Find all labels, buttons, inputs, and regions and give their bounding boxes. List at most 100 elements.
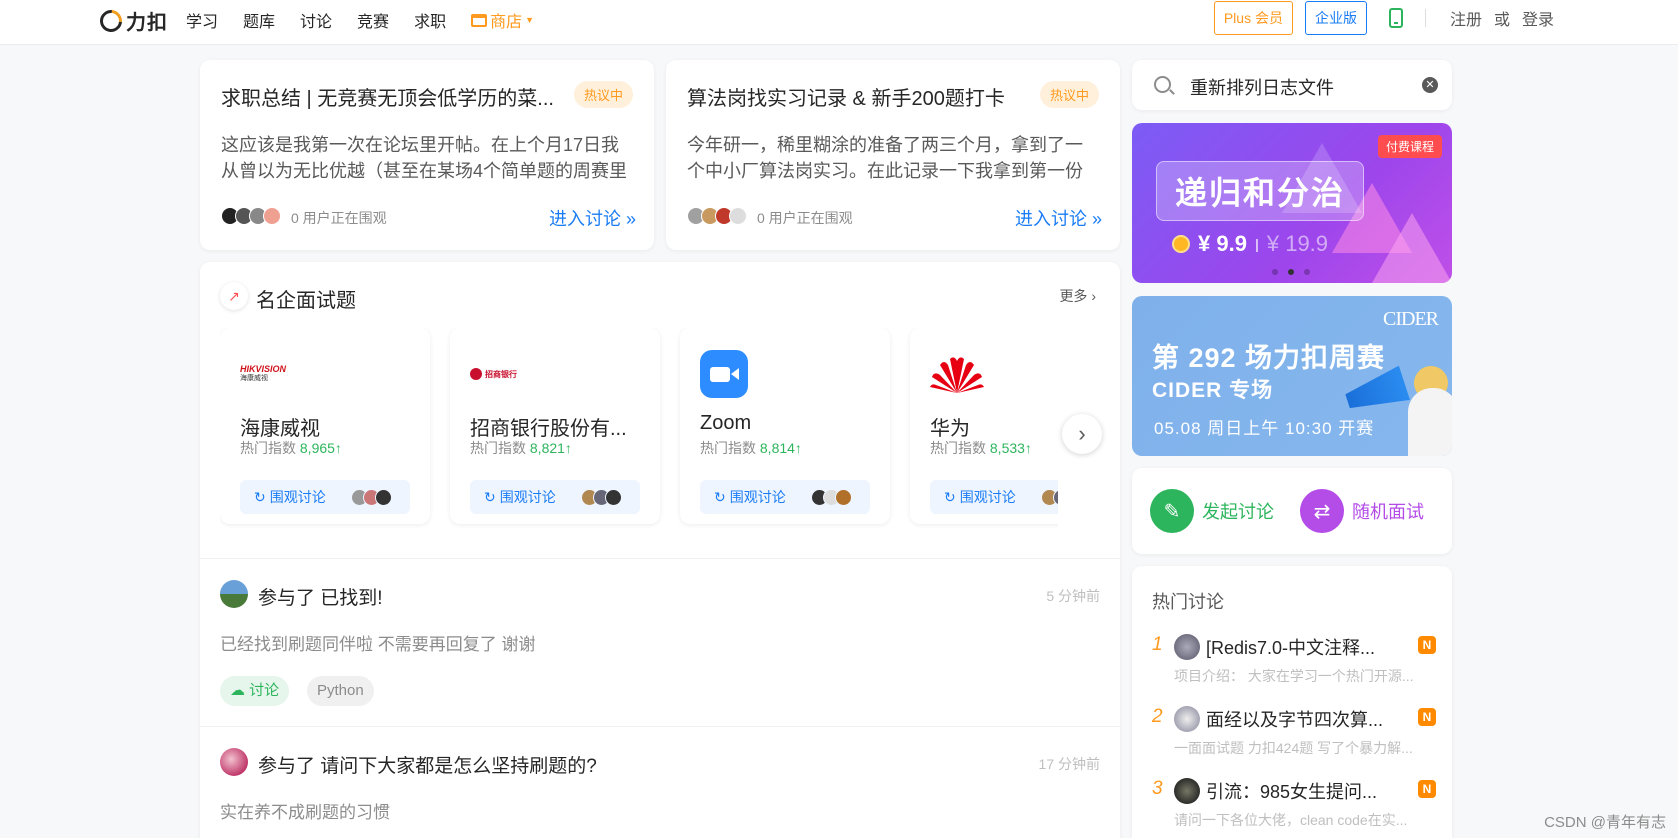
trending-icon: ↗ [220,282,248,310]
watch-discussion-button[interactable]: ↻ 围观讨论 [240,480,410,514]
nav-discuss[interactable]: 讨论 [300,8,332,32]
watch-label: 围观讨论 [959,489,1016,505]
course-banner[interactable]: 付费课程 递归和分治 ¥ 9.9 | ¥ 19.9 [1132,123,1452,283]
rank-number: 3 [1152,778,1163,799]
chevron-down-icon: ▼ [525,15,535,25]
quick-actions: ✎ 发起讨论 ⇄ 随机面试 [1132,468,1452,554]
watch-label: 围观讨论 [499,489,556,505]
logo-icon [95,5,127,36]
company-name: 招商银行股份有... [470,418,627,440]
cmb-logo-icon: 招商银行 [470,350,526,398]
person-illustration [1408,388,1452,456]
carousel-dot[interactable] [1272,269,1278,275]
search-input[interactable]: 重新排列日志文件 [1190,74,1334,100]
hot-discussion-item[interactable]: 3 引流：985女生提问... N 请问一下各位大佬，clean code在实.… [1152,776,1436,838]
price-current: ¥ 9.9 [1198,231,1247,256]
contest-banner[interactable]: CIDER 第 292 场力扣周赛 CIDER 专场 05.08 周日上午 10… [1132,296,1452,456]
carousel-dot-active[interactable] [1288,269,1294,275]
hikvision-logo-icon: HIKVISION 海康威视 [240,350,296,398]
activity-title[interactable]: 参与了 请问下大家都是怎么坚持刷题的? [258,751,597,778]
avatar[interactable] [220,748,248,776]
cider-brand: CIDER [1383,308,1439,330]
watch-discussion-button[interactable]: ↻ 围观讨论 [930,480,1058,514]
activity-text: 已经找到刷题同伴啦 不需要再回复了 谢谢 [220,635,536,654]
index-value: 8,965↑ [299,440,342,456]
carousel-dot[interactable] [1304,269,1310,275]
clear-icon[interactable]: ✕ [1422,77,1438,93]
company-card[interactable]: 招商银行 招商银行股份有... 热门指数 8,821↑ ↻ 围观讨论 [450,328,660,524]
nav-learn[interactable]: 学习 [186,8,218,32]
start-discussion-button[interactable]: ✎ 发起讨论 [1150,489,1274,533]
new-badge: N [1418,636,1436,654]
hot-discussion-item[interactable]: 1 [Redis7.0-中文注释... N 项目介绍： 大家在学习一个热门开源.… [1152,632,1436,696]
hot-discussion-title[interactable]: [Redis7.0-中文注释... [1206,634,1402,660]
start-discussion-label: 发起讨论 [1202,502,1274,522]
plus-member-button[interactable]: Plus 会员 [1213,1,1293,35]
huawei-logo-icon [930,350,986,398]
featured-title[interactable]: 算法岗找实习记录 & 新手200题打卡 [687,82,1027,111]
activity-title[interactable]: 参与了 已找到! [258,583,383,610]
price-divider: | [1254,236,1259,252]
watcher-avatars [687,207,747,225]
hot-discussion-item[interactable]: 2 面经以及字节四次算... N 一面面试题 力扣424题 写了个暴力解... [1152,704,1436,768]
company-card[interactable]: Zoom 热门指数 8,814↑ ↻ 围观讨论 [680,328,890,524]
register-link[interactable]: 注册 [1450,6,1482,30]
company-card[interactable]: HIKVISION 海康威视 海康威视 热门指数 8,965↑ ↻ 围观讨论 [220,328,430,524]
company-name: 海康威视 [240,418,320,440]
watch-discussion-button[interactable]: ↻ 围观讨论 [700,480,870,514]
refresh-icon: ↻ [944,488,956,505]
hot-index: 热门指数 8,533↑ [930,438,1032,458]
refresh-icon: ↻ [714,488,726,505]
nav-jobs[interactable]: 求职 [414,8,446,32]
logo-text: HIKVISION [240,364,287,374]
new-badge: N [1418,708,1436,726]
avatar[interactable] [220,580,248,608]
index-label: 热门指数 [470,440,526,456]
avatar [1174,634,1200,660]
hot-discussion-desc: 请问一下各位大佬，clean code在实... [1174,812,1408,828]
hot-index: 热门指数 8,965↑ [240,438,342,458]
watch-discussion-button[interactable]: ↻ 围观讨论 [470,480,640,514]
tag-discussion[interactable]: ☁ 讨论 [220,676,290,706]
company-card[interactable]: 华为 热门指数 8,533↑ ↻ 围观讨论 [910,328,1058,524]
enter-discussion-link[interactable]: 进入讨论 » [1015,205,1102,231]
coin-icon [1172,235,1190,253]
tag-label: 讨论 [249,682,280,699]
divider [200,558,1120,559]
company-carousel: HIKVISION 海康威视 海康威视 热门指数 8,965↑ ↻ 围观讨论 招… [220,328,1058,528]
tag-python[interactable]: Python [307,676,374,706]
discussion-icon: ☁ [230,682,245,699]
featured-card[interactable]: 算法岗找实习记录 & 新手200题打卡 热议中 今年研一，稀里糊涂的准备了两三个… [666,60,1120,250]
featured-card[interactable]: 求职总结 | 无竞赛无顶会低学历的菜... 热议中 这应该是我第一次在论坛里开帖… [200,60,654,250]
nav-contest[interactable]: 竞赛 [357,8,389,32]
login-link[interactable]: 登录 [1522,6,1554,30]
activity-time: 17 分钟前 [1038,756,1100,772]
watcher-avatars [221,207,281,225]
hot-discussion-title[interactable]: 引流：985女生提问... [1206,778,1402,804]
random-interview-button[interactable]: ⇄ 随机面试 [1300,489,1424,533]
avatar-stack [581,488,622,506]
logo-text: 招商银行 [485,369,517,379]
leetcode-logo[interactable]: 力扣 [95,5,168,36]
mobile-app-icon[interactable] [1388,8,1403,28]
carousel-next-button[interactable]: › [1062,414,1102,454]
enterprise-button[interactable]: 企业版 [1304,1,1367,35]
index-value: 8,533↑ [989,440,1032,456]
nav-right: Plus 会员 企业版 注册 或 登录 [1213,0,1554,36]
nav-problems[interactable]: 题库 [243,8,275,32]
nav-store[interactable]: 商店 ▼ [471,8,534,32]
search-icon [1154,76,1171,93]
edit-icon: ✎ [1150,489,1194,533]
decor-triangle [1372,213,1452,283]
store-icon [471,13,488,27]
rank-number: 2 [1152,706,1163,727]
hot-discussions-heading: 热门讨论 [1152,592,1224,612]
hot-discussion-title[interactable]: 面经以及字节四次算... [1206,706,1402,732]
hot-discussions: 热门讨论 1 [Redis7.0-中文注释... N 项目介绍： 大家在学习一个… [1132,566,1452,838]
avatar [1174,706,1200,732]
hot-index: 热门指数 8,821↑ [470,438,572,458]
more-link[interactable]: 更多 › [1059,286,1096,306]
featured-title[interactable]: 求职总结 | 无竞赛无顶会低学历的菜... [221,82,561,111]
enter-discussion-link[interactable]: 进入讨论 » [549,205,636,231]
search-box[interactable]: 重新排列日志文件 ✕ [1132,60,1452,110]
